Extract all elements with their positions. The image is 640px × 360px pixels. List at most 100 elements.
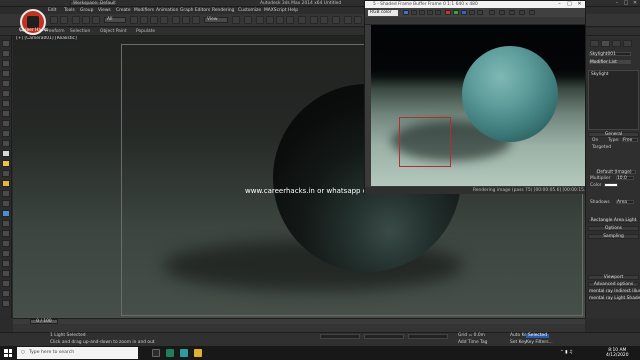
tool-icon[interactable] xyxy=(2,220,10,227)
menu-tools[interactable]: Tools xyxy=(64,8,75,13)
motion-tab-icon[interactable] xyxy=(623,40,632,47)
undo-icon[interactable] xyxy=(50,16,58,24)
clone-window-icon[interactable] xyxy=(419,10,425,15)
create-tab-icon[interactable] xyxy=(590,40,599,47)
app-icon[interactable] xyxy=(166,349,174,357)
tool-icon[interactable] xyxy=(2,110,10,117)
viewport-label[interactable]: [+] [Camera001] [Realistic] xyxy=(14,36,79,42)
type-dropdown[interactable]: Free xyxy=(622,138,638,143)
unlink-icon[interactable] xyxy=(82,16,90,24)
tab-populate[interactable]: Populate xyxy=(136,29,155,34)
menu-maxscript[interactable]: MAXScript xyxy=(264,8,287,13)
search-box[interactable]: ○ Type here to search xyxy=(17,347,138,359)
layer-manager-icon[interactable] xyxy=(332,16,340,24)
spinner-snap-icon[interactable] xyxy=(286,16,294,24)
key-filters-button[interactable]: Key Filters... xyxy=(526,340,553,345)
render-icon[interactable] xyxy=(2,210,10,217)
scale-icon[interactable] xyxy=(192,16,200,24)
alpha-channel-icon[interactable] xyxy=(469,10,475,15)
light-icon[interactable] xyxy=(2,160,10,167)
x-coord-field[interactable] xyxy=(320,334,360,339)
tool-icon[interactable] xyxy=(2,80,10,87)
menu-views[interactable]: Views xyxy=(98,8,111,13)
menu-edit[interactable]: Edit xyxy=(48,8,57,13)
rendered-image[interactable] xyxy=(371,25,585,186)
swatch-icon[interactable] xyxy=(489,10,495,15)
menu-graph-editors[interactable]: Graph Editors xyxy=(180,8,210,13)
advanced-rollout[interactable]: Advanced options xyxy=(588,282,639,287)
add-time-tag[interactable]: Add Time Tag xyxy=(458,340,487,345)
tool-icon[interactable] xyxy=(2,40,10,47)
select-manipulate-icon[interactable] xyxy=(244,16,252,24)
snaps-toggle-icon[interactable] xyxy=(256,16,264,24)
monochrome-icon[interactable] xyxy=(477,10,483,15)
close-icon[interactable]: ✕ xyxy=(630,0,640,7)
tool-icon[interactable] xyxy=(2,190,10,197)
hierarchy-tab-icon[interactable] xyxy=(612,40,621,47)
blue-channel-icon[interactable] xyxy=(461,10,467,15)
tool-icon[interactable] xyxy=(2,50,10,57)
pivot-center-icon[interactable] xyxy=(232,16,240,24)
render-setup-icon[interactable] xyxy=(519,10,525,15)
mirror-icon[interactable] xyxy=(310,16,318,24)
tool-icon[interactable] xyxy=(2,200,10,207)
tool-icon[interactable] xyxy=(2,290,10,297)
workspace-dropdown[interactable]: Workspace: Default xyxy=(70,1,116,6)
link-icon[interactable] xyxy=(72,16,80,24)
tray-icons[interactable]: ⌃ ▮ ♫ xyxy=(560,350,573,355)
reference-coordinate-dropdown[interactable]: View xyxy=(204,17,228,23)
move-icon[interactable] xyxy=(172,16,180,24)
stack-item[interactable]: Skylight xyxy=(591,72,609,77)
angle-snap-icon[interactable] xyxy=(266,16,274,24)
selected-dropdown[interactable]: Selected xyxy=(526,333,550,339)
display-icon[interactable] xyxy=(499,10,505,15)
rotate-icon[interactable] xyxy=(182,16,190,24)
align-icon[interactable] xyxy=(320,16,328,24)
color-picker-icon[interactable] xyxy=(509,10,515,15)
schematic-view-icon[interactable] xyxy=(354,16,362,24)
menu-help[interactable]: Help xyxy=(288,8,298,13)
rectangle-light-rollout[interactable]: Rectangle Area Light xyxy=(588,218,639,223)
select-object-icon[interactable] xyxy=(130,16,138,24)
curve-editor-icon[interactable] xyxy=(344,16,352,24)
multiplier-field[interactable]: 10.0 xyxy=(616,176,634,181)
green-channel-icon[interactable] xyxy=(453,10,459,15)
clear-image-icon[interactable] xyxy=(435,10,441,15)
task-view-icon[interactable] xyxy=(152,349,160,357)
sampling-rollout[interactable]: Sampling xyxy=(588,234,639,239)
fb-maximize-icon[interactable]: □ xyxy=(565,1,574,8)
tool-icon[interactable] xyxy=(2,60,10,67)
modifier-list-dropdown[interactable]: Modifier List xyxy=(589,60,631,65)
options-rollout[interactable]: Options xyxy=(588,226,639,231)
redo-icon[interactable] xyxy=(60,16,68,24)
print-image-icon[interactable] xyxy=(427,10,433,15)
track-bar[interactable] xyxy=(13,324,585,332)
viewport-rollout[interactable]: Viewport xyxy=(588,275,639,280)
bind-space-warp-icon[interactable] xyxy=(92,16,100,24)
z-coord-field[interactable] xyxy=(408,334,448,339)
named-selection-icon[interactable] xyxy=(298,16,306,24)
general-rollout[interactable]: General xyxy=(588,132,639,137)
tool-icon[interactable] xyxy=(2,260,10,267)
copy-image-icon[interactable] xyxy=(411,10,417,15)
tab-object-paint[interactable]: Object Paint xyxy=(100,29,127,34)
tab-selection[interactable]: Selection xyxy=(70,29,90,34)
shadows-dropdown[interactable]: Area xyxy=(616,200,634,205)
windows-start-icon[interactable] xyxy=(4,349,12,357)
taskbar-clock[interactable]: 8:10 AM 4/12/2020 xyxy=(606,348,629,358)
red-channel-icon[interactable] xyxy=(445,10,451,15)
menu-customize[interactable]: Customize xyxy=(238,8,261,13)
tool-icon[interactable] xyxy=(2,70,10,77)
y-coord-field[interactable] xyxy=(364,334,404,339)
menu-modifiers[interactable]: Modifiers xyxy=(134,8,154,13)
light-preset-dropdown[interactable]: Default (Image) xyxy=(596,170,636,175)
mental-shader-rollout[interactable]: mental ray Light Shader xyxy=(588,296,640,301)
file-explorer-icon[interactable] xyxy=(194,349,202,357)
render-production-icon[interactable] xyxy=(529,10,535,15)
tool-icon[interactable] xyxy=(2,300,10,307)
menu-group[interactable]: Group xyxy=(80,8,93,13)
light-bulb-icon[interactable] xyxy=(2,150,10,157)
tool-icon[interactable] xyxy=(2,100,10,107)
tool-icon[interactable] xyxy=(2,240,10,247)
tool-icon[interactable] xyxy=(2,170,10,177)
